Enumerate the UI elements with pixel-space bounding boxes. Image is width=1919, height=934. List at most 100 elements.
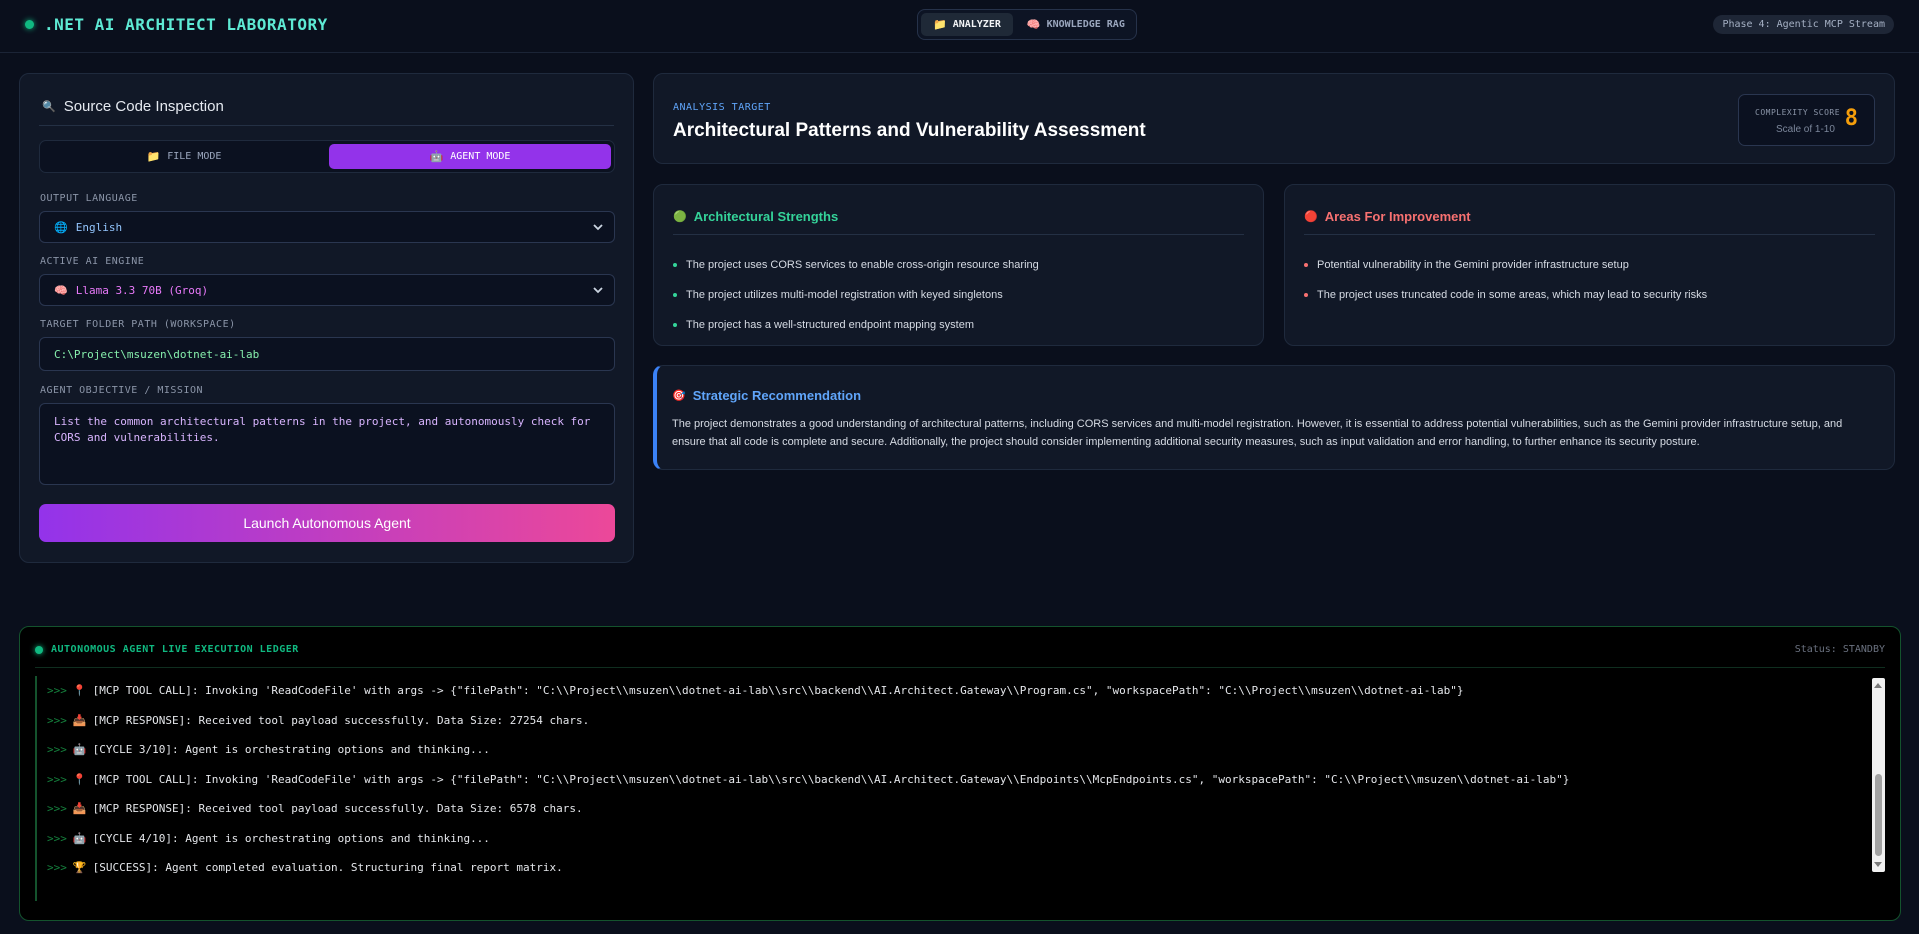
list-item: The project uses truncated code in some … — [1304, 280, 1707, 310]
robot-icon: 🤖 — [429, 150, 444, 163]
log-scrollbar[interactable] — [1872, 678, 1885, 872]
improvements-list: Potential vulnerability in the Gemini pr… — [1304, 250, 1707, 310]
target-folder-label: TARGET FOLDER PATH (WORKSPACE) — [40, 319, 236, 330]
log-text: [SUCCESS]: Agent completed evaluation. S… — [92, 861, 563, 875]
divider — [35, 667, 1885, 668]
log-line: >>> 🏆 [SUCCESS]: Agent completed evaluatio… — [37, 853, 1885, 883]
log-text: [MCP RESPONSE]: Received tool payload su… — [92, 802, 583, 816]
ai-engine-label: ACTIVE AI ENGINE — [40, 256, 145, 267]
main-nav-tabs: 📁 ANALYZER 🧠 KNOWLEDGE RAG — [917, 9, 1137, 40]
objective-value: List the common architectural patterns i… — [54, 415, 591, 444]
log-text: [CYCLE 3/10]: Agent is orchestrating opt… — [92, 743, 490, 757]
log-prefix: >>> — [47, 861, 67, 875]
improvements-card: 🔴 Areas For Improvement Potential vulner… — [1284, 184, 1895, 346]
brain-icon: 🧠 — [1026, 18, 1041, 31]
bullet-icon — [673, 293, 677, 297]
strengths-card: 🟢 Architectural Strengths The project us… — [653, 184, 1264, 346]
list-item: The project utilizes multi-model registr… — [673, 280, 1039, 310]
tab-analyzer-label: ANALYZER — [952, 19, 1001, 30]
list-item: The project has a well-structured endpoi… — [673, 310, 1039, 340]
target-folder-input[interactable]: C:\Project\msuzen\dotnet-ai-lab — [39, 337, 615, 371]
launch-agent-label: Launch Autonomous Agent — [243, 515, 411, 531]
launch-agent-button[interactable]: Launch Autonomous Agent — [39, 504, 615, 542]
divider — [39, 125, 614, 126]
log-line: >>> 📍 [MCP TOOL CALL]: Invoking 'ReadCodeF… — [37, 765, 1885, 795]
ai-engine-value: Llama 3.3 70B (Groq) — [75, 283, 209, 297]
file-mode-button[interactable]: 📁 FILE MODE — [43, 144, 325, 169]
log-line: >>> 🤖 [CYCLE 4/10]: Agent is orchestrating… — [37, 824, 1885, 854]
execution-ledger-console: AUTONOMOUS AGENT LIVE EXECUTION LEDGER S… — [19, 626, 1901, 921]
divider — [1304, 234, 1875, 235]
scroll-up-icon[interactable] — [1874, 683, 1882, 688]
console-title: AUTONOMOUS AGENT LIVE EXECUTION LEDGER — [51, 644, 299, 655]
log-prefix: >>> — [47, 684, 67, 698]
app-header: .NET AI ARCHITECT LABORATORY 📁 ANALYZER … — [0, 0, 1919, 53]
console-status: Status: STANDBY — [1794, 644, 1885, 655]
ai-engine-select[interactable]: 🧠 Llama 3.3 70B (Groq) — [39, 274, 615, 306]
complexity-value: 8 — [1844, 106, 1858, 131]
bullet-icon — [1304, 263, 1308, 267]
recommendation-body: The project demonstrates a good understa… — [672, 418, 1843, 448]
agent-mode-label: AGENT MODE — [450, 151, 511, 162]
red-circle-icon: 🔴 — [1304, 211, 1318, 223]
output-language-label: OUTPUT LANGUAGE — [40, 193, 138, 204]
log-line: >>> 📍 [MCP TOOL CALL]: Invoking 'ReadCodeF… — [37, 676, 1885, 706]
list-item-text: The project uses truncated code in some … — [1317, 289, 1708, 301]
log-line: >>> 📥 [MCP RESPONSE]: Received tool payloa… — [37, 706, 1885, 736]
analysis-kicker: ANALYSIS TARGET — [673, 102, 771, 113]
objective-textarea[interactable]: List the common architectural patterns i… — [39, 403, 615, 485]
log-line: >>> 📥 [MCP RESPONSE]: Received tool payloa… — [37, 794, 1885, 824]
tab-knowledge-rag[interactable]: 🧠 KNOWLEDGE RAG — [1015, 13, 1137, 36]
complexity-scale: Scale of 1-10 — [1776, 124, 1835, 135]
mode-toggle: 📁 FILE MODE 🤖 AGENT MODE — [39, 140, 615, 173]
file-mode-label: FILE MODE — [167, 151, 222, 162]
strengths-list: The project uses CORS services to enable… — [673, 250, 1039, 340]
bullet-icon — [673, 263, 677, 267]
complexity-label: COMPLEXITY SCORE — [1755, 108, 1841, 117]
divider — [673, 234, 1244, 235]
analysis-title: Architectural Patterns and Vulnerability… — [673, 120, 1146, 141]
app-title: .NET AI ARCHITECT LABORATORY — [44, 15, 328, 34]
complexity-score-box: COMPLEXITY SCORE Scale of 1-10 8 — [1738, 94, 1875, 146]
output-language-select[interactable]: 🌐 English — [39, 211, 615, 243]
globe-icon: 🌐 — [54, 220, 68, 234]
log-text: [MCP TOOL CALL]: Invoking 'ReadCodeFile'… — [92, 772, 1570, 786]
list-item-text: The project uses CORS services to enable… — [686, 259, 1039, 271]
robot-icon: 🤖 — [72, 743, 87, 757]
pin-icon: 📍 — [72, 684, 87, 698]
list-item-text: The project has a well-structured endpoi… — [686, 319, 974, 331]
trophy-icon: 🏆 — [72, 861, 87, 875]
list-item: Potential vulnerability in the Gemini pr… — [1304, 250, 1707, 280]
console-header: AUTONOMOUS AGENT LIVE EXECUTION LEDGER — [35, 644, 299, 655]
scroll-thumb[interactable] — [1875, 774, 1882, 856]
chevron-down-icon — [593, 224, 603, 231]
source-inspection-panel: 🔍 Source Code Inspection 📁 FILE MODE 🤖 A… — [19, 73, 634, 563]
improvements-title-text: Areas For Improvement — [1324, 209, 1471, 224]
log-text: [MCP TOOL CALL]: Invoking 'ReadCodeFile'… — [92, 684, 1464, 698]
list-item-text: The project utilizes multi-model registr… — [686, 289, 1003, 301]
strengths-title: 🟢 Architectural Strengths — [673, 209, 838, 224]
tab-analyzer[interactable]: 📁 ANALYZER — [921, 13, 1013, 36]
inbox-icon: 📥 — [72, 713, 87, 727]
scroll-down-icon[interactable] — [1874, 862, 1882, 867]
panel-title: 🔍 Source Code Inspection — [42, 98, 224, 115]
bullet-icon — [1304, 293, 1308, 297]
folder-icon: 📁 — [146, 150, 161, 163]
agent-mode-button[interactable]: 🤖 AGENT MODE — [329, 144, 611, 169]
status-dot-icon — [25, 20, 34, 29]
chevron-down-icon — [593, 287, 603, 294]
recommendation-title: 🎯 Strategic Recommendation — [672, 388, 861, 403]
log-prefix: >>> — [47, 743, 67, 757]
recommendation-card: 🎯 Strategic Recommendation The project d… — [653, 365, 1895, 470]
log-output[interactable]: >>> 📍 [MCP TOOL CALL]: Invoking 'ReadCodeF… — [35, 676, 1885, 901]
brand: .NET AI ARCHITECT LABORATORY — [25, 15, 328, 34]
panel-title-text: Source Code Inspection — [63, 98, 224, 115]
strengths-title-text: Architectural Strengths — [693, 209, 839, 224]
objective-label: AGENT OBJECTIVE / MISSION — [40, 385, 204, 396]
log-prefix: >>> — [47, 802, 67, 816]
list-item: The project uses CORS services to enable… — [673, 250, 1039, 280]
log-text: [CYCLE 4/10]: Agent is orchestrating opt… — [92, 831, 490, 845]
status-dot-icon — [35, 645, 43, 654]
analysis-target-card: ANALYSIS TARGET Architectural Patterns a… — [653, 73, 1895, 164]
pin-icon: 📍 — [72, 772, 87, 786]
